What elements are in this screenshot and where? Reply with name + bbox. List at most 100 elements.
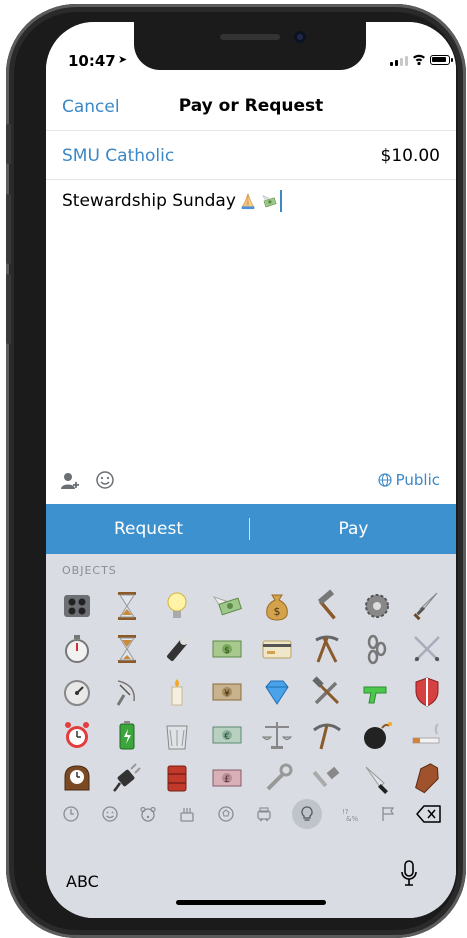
privacy-label: Public [395,471,440,489]
svg-text:€: € [224,732,230,742]
oil-drum-emoji-key[interactable] [152,756,202,799]
microphone-icon[interactable] [400,860,418,888]
hammer-and-wrench-emoji-key[interactable] [302,670,352,713]
yen-banknote-icon: ¥ [212,683,242,700]
flashlight-emoji-key[interactable] [152,627,202,670]
gear-emoji-key[interactable] [352,584,402,627]
coffin-icon [415,762,439,793]
radio-emoji-key[interactable] [52,584,102,627]
euro-banknote-emoji-key[interactable]: € [202,713,252,756]
water-pistol-icon [363,686,387,703]
symbols-icon[interactable]: !? &% [338,803,360,825]
shield-icon [415,676,439,707]
bulb-icon[interactable] [291,799,322,829]
electric-plug-emoji-key[interactable] [102,756,152,799]
battery-icon [119,720,135,749]
emoji-grid: $ $ ¥ € £ [52,584,452,799]
euro-banknote-icon: € [212,726,242,743]
svg-text:$: $ [224,646,230,656]
svg-text:¥: ¥ [224,689,230,699]
emoji-category-label: OBJECTS [62,564,117,577]
wastebasket-emoji-key[interactable] [152,713,202,756]
note-field[interactable]: Stewardship Sunday [46,180,456,504]
bear-icon[interactable] [137,803,159,825]
status-time: 10:47 [68,52,116,70]
smiley-icon[interactable] [99,803,121,825]
pound-banknote-emoji-key[interactable]: £ [202,756,252,799]
hammer-icon [317,589,336,619]
emoji-icon[interactable] [95,470,115,490]
screen: 10:47 ➤ Cancel Pay or Request SMU Cathol… [46,22,456,918]
dagger-emoji-key[interactable] [402,584,452,627]
nut-and-bolt-emoji-key[interactable] [302,756,352,799]
gear-icon [365,593,389,618]
volume-down-button [6,274,11,344]
wastebasket-icon [166,725,188,749]
hammer-emoji-key[interactable] [302,584,352,627]
home-indicator[interactable] [176,900,326,905]
food-icon[interactable] [176,803,198,825]
action-bar: Request Pay [46,504,456,554]
add-person-icon[interactable] [60,471,80,491]
car-icon[interactable] [253,803,275,825]
mantelpiece-clock-emoji-key[interactable] [52,756,102,799]
stopwatch-emoji-key[interactable] [52,627,102,670]
dagger-icon [413,592,438,620]
satellite-antenna-emoji-key[interactable] [102,670,152,713]
recipient-row[interactable]: SMU Catholic $10.00 [46,131,456,180]
light-bulb-emoji-key[interactable] [152,584,202,627]
hammer-and-pick-icon [315,635,339,663]
shield-emoji-key[interactable] [402,670,452,713]
kitchen-knife-icon [365,766,388,794]
wrench-emoji-key[interactable] [252,756,302,799]
request-button[interactable]: Request [46,504,251,554]
location-icon: ➤ [118,53,128,66]
hammer-and-pick-emoji-key[interactable] [302,627,352,670]
emoji-category-bar: !? &% [46,794,456,834]
backspace-icon[interactable] [415,804,442,824]
note-options: Public [46,465,456,503]
light-bulb-icon [167,592,187,618]
ball-icon[interactable] [215,803,237,825]
bomb-emoji-key[interactable] [352,713,402,756]
privacy-selector[interactable]: Public [377,471,440,489]
cigarette-icon [412,722,440,743]
money-with-wings-emoji-key[interactable] [202,584,252,627]
note-text-container[interactable]: Stewardship Sunday [62,190,282,212]
abc-key[interactable]: ABC [66,872,99,891]
coffin-emoji-key[interactable] [402,756,452,799]
alarm-clock-emoji-key[interactable] [52,713,102,756]
hourglass-emoji-key[interactable] [102,584,152,627]
amount-field[interactable]: $10.00 [381,146,440,166]
water-pistol-emoji-key[interactable] [352,670,402,713]
battery-emoji-key[interactable] [102,713,152,756]
balance-scale-icon [261,721,293,749]
pick-emoji-key[interactable] [302,713,352,756]
chains-emoji-key[interactable] [352,627,402,670]
cigarette-emoji-key[interactable] [402,713,452,756]
kitchen-knife-emoji-key[interactable] [352,756,402,799]
recipient-name[interactable]: SMU Catholic [62,146,174,166]
yen-banknote-emoji-key[interactable]: ¥ [202,670,252,713]
timer-clock-emoji-key[interactable] [52,670,102,713]
clock-icon[interactable] [60,803,82,825]
gem-stone-emoji-key[interactable] [252,670,302,713]
credit-card-icon [262,640,292,658]
volume-up-button [6,194,11,264]
crossed-swords-icon [414,635,440,662]
svg-text:&%: &% [346,815,358,823]
flag-icon[interactable] [377,803,399,825]
dollar-banknote-icon: $ [212,640,242,657]
dollar-banknote-emoji-key[interactable]: $ [202,627,252,670]
money-bag-emoji-key[interactable]: $ [252,584,302,627]
hammer-and-wrench-icon [312,675,340,704]
balance-scale-emoji-key[interactable] [252,713,302,756]
credit-card-emoji-key[interactable] [252,627,302,670]
hourglass-flowing-emoji-key[interactable] [102,627,152,670]
crossed-swords-emoji-key[interactable] [402,627,452,670]
mantelpiece-clock-icon [64,764,90,790]
pay-button[interactable]: Pay [251,504,456,554]
candle-emoji-key[interactable] [152,670,202,713]
stopwatch-icon [65,634,89,663]
alarm-clock-icon [65,721,89,748]
